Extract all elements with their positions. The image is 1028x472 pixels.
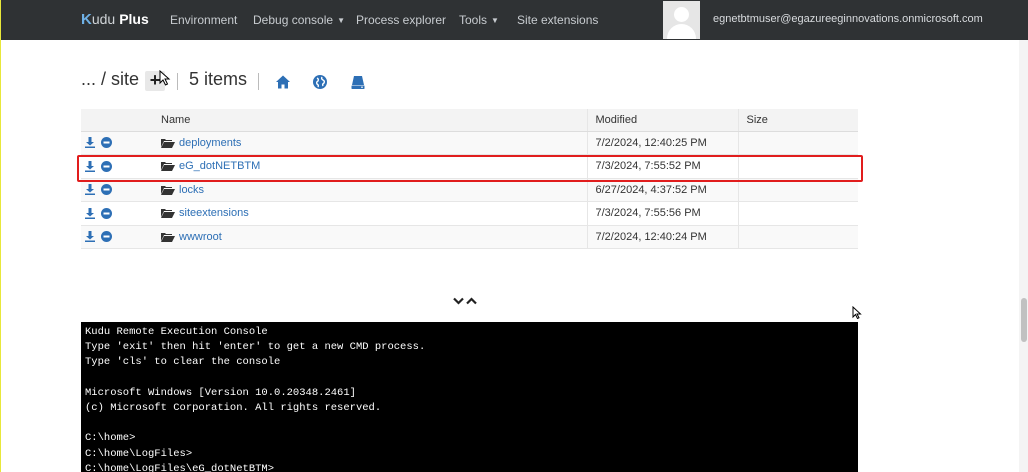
row-actions xyxy=(81,154,153,179)
drive-icon[interactable] xyxy=(350,74,366,90)
row-modified-cell: 7/3/2024, 7:55:56 PM xyxy=(586,201,738,226)
nav-debug-console-label: Debug console xyxy=(253,13,334,27)
actions-header xyxy=(81,109,153,132)
row-modified-cell: 7/3/2024, 7:55:52 PM xyxy=(586,154,738,179)
chevron-down-icon: ▼ xyxy=(491,16,499,25)
row-name-cell: deployments xyxy=(153,131,587,155)
row-modified-cell: 7/2/2024, 12:40:25 PM xyxy=(586,131,738,155)
nav-process-explorer[interactable]: Process explorer xyxy=(356,13,446,27)
brand-k: K xyxy=(81,11,92,28)
console-line: Type 'exit' then hit 'enter' to get a ne… xyxy=(85,341,426,354)
brand-logo[interactable]: Kudu Plus xyxy=(81,11,149,28)
user-email[interactable]: egnetbtmuser@egazureeginnovations.onmicr… xyxy=(713,13,983,25)
top-navbar: Kudu Plus Environment Debug console ▼ Proc… xyxy=(1,0,1028,40)
page-scrollbar-track[interactable] xyxy=(1019,40,1028,472)
row-size-cell xyxy=(737,131,858,155)
download-icon[interactable] xyxy=(85,160,95,172)
table-row: locks 6/27/2024, 4:37:52 PM xyxy=(81,178,858,202)
download-icon[interactable] xyxy=(85,207,95,219)
row-actions xyxy=(81,201,153,226)
size-column-header[interactable]: Size xyxy=(737,109,858,132)
remove-icon[interactable] xyxy=(101,231,113,243)
row-name-cell: siteextensions xyxy=(153,201,587,226)
folder-link[interactable]: siteextensions xyxy=(179,207,249,219)
separator xyxy=(177,73,178,90)
chevron-down-icon[interactable] xyxy=(453,297,464,305)
remove-icon[interactable] xyxy=(101,160,113,172)
row-name-cell: eG_dotNETBTM xyxy=(153,154,587,179)
console-line: C:\home> xyxy=(85,432,136,445)
nav-environment[interactable]: Environment xyxy=(170,13,237,27)
table-header-row: Name Modified Size xyxy=(81,109,858,132)
folder-link[interactable]: locks xyxy=(179,184,204,196)
home-icon[interactable] xyxy=(275,74,291,90)
nav-tools[interactable]: Tools ▼ xyxy=(459,13,499,27)
breadcrumb: ... / site xyxy=(81,69,140,89)
folder-link[interactable]: eG_dotNETBTM xyxy=(179,160,260,172)
mouse-cursor-icon xyxy=(159,70,171,86)
row-modified-cell: 6/27/2024, 4:37:52 PM xyxy=(586,178,738,202)
row-size-cell xyxy=(737,225,858,249)
folder-icon xyxy=(161,185,175,195)
row-size-cell xyxy=(737,201,858,226)
row-actions xyxy=(81,178,153,202)
nav-tools-label: Tools xyxy=(459,13,488,27)
brand-plus: Plus xyxy=(119,11,149,27)
resize-splitter[interactable] xyxy=(453,297,477,305)
table-row: deployments 7/2/2024, 12:40:25 PM xyxy=(81,131,858,155)
download-icon[interactable] xyxy=(85,137,95,149)
file-table: Name Modified Size deployments 7/2/2024,… xyxy=(81,109,858,249)
chevron-up-icon[interactable] xyxy=(466,297,477,305)
table-row: eG_dotNETBTM 7/3/2024, 7:55:52 PM xyxy=(81,154,858,179)
chevron-down-icon: ▼ xyxy=(337,16,345,25)
row-name-cell: wwwroot xyxy=(153,225,587,249)
console-line: Kudu Remote Execution Console xyxy=(85,326,268,338)
brand-udu: udu xyxy=(91,11,116,27)
separator xyxy=(258,73,259,90)
avatar-shoulders xyxy=(667,24,696,39)
modified-column-header[interactable]: Modified xyxy=(586,109,738,132)
console-line: C:\home\LogFiles> xyxy=(85,447,193,460)
console-line: C:\home\LogFiles\eG_dotNetBTM> xyxy=(85,462,275,472)
download-icon[interactable] xyxy=(85,184,95,196)
user-avatar[interactable] xyxy=(663,1,700,39)
row-actions xyxy=(81,131,153,155)
row-modified-cell: 7/2/2024, 12:40:24 PM xyxy=(586,225,738,249)
table-row: siteextensions 7/3/2024, 7:55:56 PM xyxy=(81,201,858,226)
row-size-cell xyxy=(737,178,858,202)
console-line: (c) Microsoft Corporation. All rights re… xyxy=(85,402,382,414)
folder-link[interactable]: wwwroot xyxy=(179,231,222,243)
row-actions xyxy=(81,225,153,249)
table-row: wwwroot 7/2/2024, 12:40:24 PM xyxy=(81,225,858,249)
folder-icon xyxy=(161,162,175,172)
remote-execution-console[interactable]: Kudu Remote Execution Console Type 'exit… xyxy=(81,322,858,472)
row-name-cell: locks xyxy=(153,178,587,202)
remove-icon[interactable] xyxy=(101,137,113,149)
console-line: Type 'cls' to clear the console xyxy=(85,356,281,369)
remove-icon[interactable] xyxy=(101,207,113,219)
folder-icon xyxy=(161,209,175,219)
mouse-cursor-icon xyxy=(852,306,862,320)
row-size-cell xyxy=(737,154,858,179)
nav-site-extensions[interactable]: Site extensions xyxy=(517,13,598,27)
globe-icon[interactable] xyxy=(312,74,328,90)
nav-debug-console[interactable]: Debug console ▼ xyxy=(253,13,345,27)
remove-icon[interactable] xyxy=(101,184,113,196)
folder-icon xyxy=(161,138,175,148)
item-count: 5 items xyxy=(189,69,248,89)
name-column-header[interactable]: Name xyxy=(153,109,587,132)
console-line: Microsoft Windows [Version 10.0.20348.24… xyxy=(85,386,356,399)
download-icon[interactable] xyxy=(85,231,95,243)
avatar-head xyxy=(674,7,689,22)
page-scrollbar-thumb[interactable] xyxy=(1021,298,1027,342)
folder-link[interactable]: deployments xyxy=(179,137,241,149)
folder-icon xyxy=(161,232,175,242)
